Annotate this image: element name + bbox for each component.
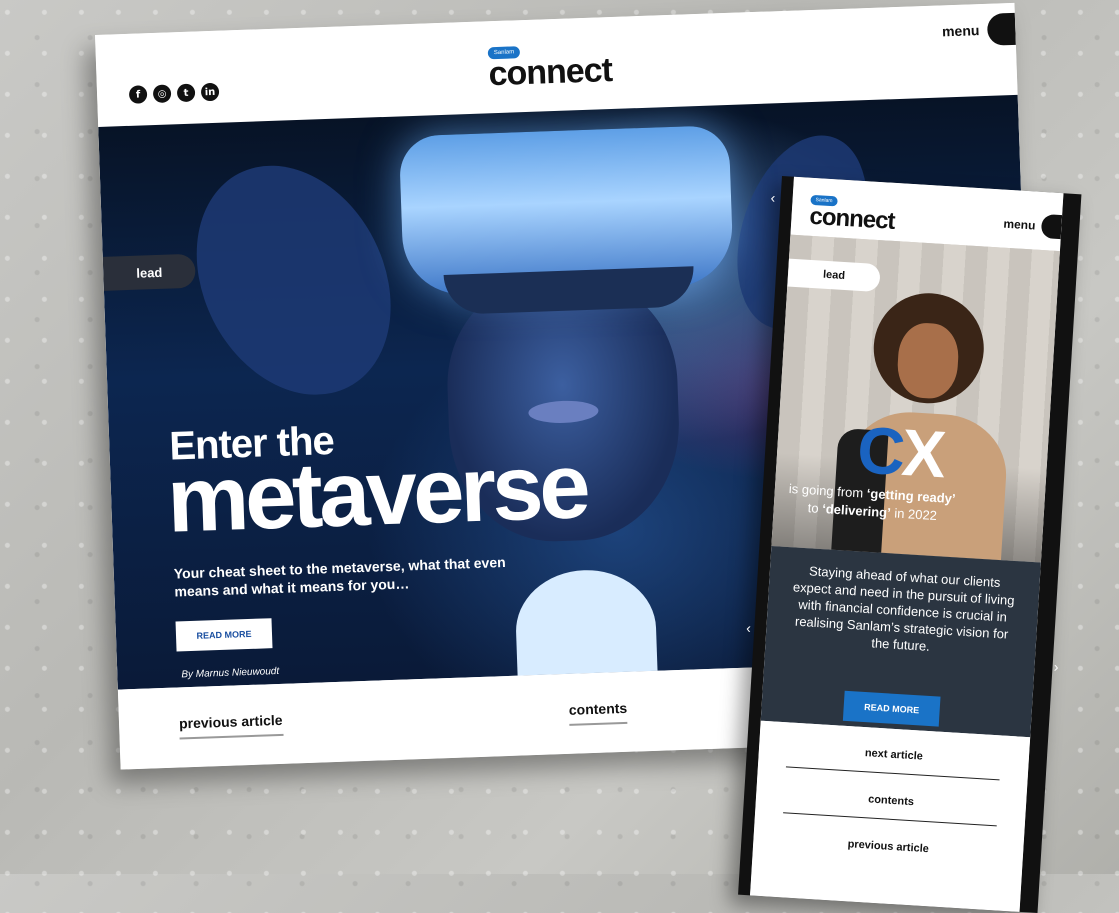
mobile-menu-icon <box>1040 213 1063 240</box>
twitter-icon[interactable]: t <box>176 83 196 103</box>
contents-link[interactable]: contents <box>568 699 628 726</box>
linkedin-icon[interactable]: in <box>200 82 220 102</box>
mobile-device: Sanlam connect menu lead CX is going fro… <box>738 176 1082 913</box>
menu-label: menu <box>941 22 980 40</box>
cx-subline-2-bold: ‘delivering’ <box>821 501 892 521</box>
menu-icon <box>986 12 1016 46</box>
cx-subline-2-year: in 2022 <box>890 505 938 524</box>
mobile-menu-button[interactable]: menu <box>1003 212 1063 240</box>
mobile-contents-link[interactable]: contents <box>783 788 999 827</box>
cx-headline: CX <box>855 412 945 491</box>
mobile-article-nav: next article contents previous article <box>750 720 1031 912</box>
mobile-brand-logo[interactable]: Sanlam connect <box>808 188 896 235</box>
mobile-intro-text: Staying ahead of what our clients expect… <box>792 563 1015 654</box>
read-more-button[interactable]: READ MORE <box>175 618 273 652</box>
next-article-link[interactable]: next article <box>785 742 1002 781</box>
brand-name: connect <box>487 50 613 94</box>
facebook-icon[interactable]: f <box>128 85 148 104</box>
hero-headline: metaverse <box>165 435 589 552</box>
instagram-icon[interactable]: ◎ <box>152 84 172 104</box>
hero-summary: Your cheat sheet to the metaverse, what … <box>173 553 506 600</box>
mobile-menu-label: menu <box>1003 216 1036 233</box>
back-arrow-icon[interactable]: ‹ <box>770 189 776 205</box>
mobile-brand-name: connect <box>808 202 896 235</box>
menu-button[interactable]: menu <box>941 12 1016 48</box>
mobile-previous-article-link[interactable]: previous article <box>780 834 995 871</box>
hero-image-vr-headset <box>398 124 735 315</box>
previous-article-link[interactable]: previous article <box>178 711 284 740</box>
hero-byline: By Marnus Nieuwoudt <box>181 665 280 681</box>
brand-logo[interactable]: Sanlam connect <box>487 37 613 94</box>
mobile-intro-panel: Staying ahead of what our clients expect… <box>760 546 1041 738</box>
mobile-read-more-button[interactable]: READ MORE <box>842 690 941 727</box>
cx-letter-x: X <box>899 414 946 492</box>
social-links: f ◎ t in <box>128 82 220 104</box>
mobile-page: Sanlam connect menu lead CX is going fro… <box>750 176 1064 912</box>
mobile-lead-tag: lead <box>787 258 881 293</box>
lead-tag: lead <box>102 253 196 291</box>
cx-subline-2-text: to <box>807 500 823 517</box>
vr-headset-strap <box>443 266 695 315</box>
chevron-left-icon[interactable]: ‹ <box>746 620 752 636</box>
cx-letter-c: C <box>855 412 905 489</box>
mobile-hero: lead CX is going from ‘getting ready’ to… <box>771 234 1060 563</box>
hero-image-hand-left <box>159 132 429 428</box>
chevron-right-icon[interactable]: › <box>1053 659 1059 675</box>
